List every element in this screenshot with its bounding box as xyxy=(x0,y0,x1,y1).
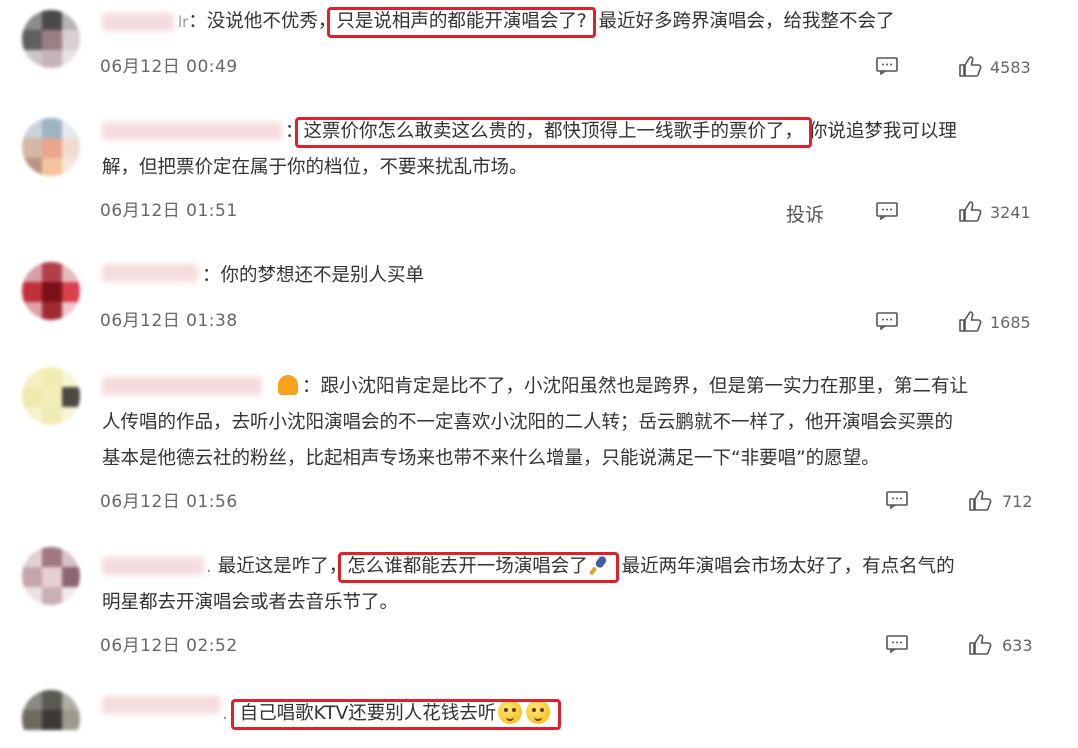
comment-icon[interactable] xyxy=(886,491,908,509)
comment-text-line: 明星都去开演唱会或者去音乐节了。 xyxy=(102,592,399,613)
comment-date: 06月12日 01:38 xyxy=(100,311,238,331)
comment-item: ：跟小沈阳肯定是比不了，小沈阳虽然也是跨界，但是第一实力在那里，第二有让 人传唱… xyxy=(0,355,1078,535)
like-count: 3241 xyxy=(990,203,1031,222)
microphone-emoji-icon xyxy=(588,556,606,576)
highlight-box: 只是说相声的都能开演唱会了? xyxy=(336,11,587,32)
avatar[interactable] xyxy=(22,10,80,68)
avatar[interactable] xyxy=(22,118,80,176)
thumbs-up-icon[interactable] xyxy=(968,489,992,511)
comment-icon[interactable] xyxy=(876,57,898,75)
comment-date: 06月12日 02:52 xyxy=(100,636,238,656)
comment-text-line: 人传唱的作品，去听小沈阳演唱会的不一定喜欢小沈阳的二人转；岳云鹏就不一样了，他开… xyxy=(102,412,954,433)
like-count: 4583 xyxy=(990,58,1031,77)
comment-text: . 最近这是咋了，怎么谁都能去开一场演唱会了 最近两年演唱会市场太好了，有点名气… xyxy=(206,556,955,577)
like-count: 712 xyxy=(1002,492,1033,511)
comment-text: lr：没说他不优秀，只是说相声的都能开演唱会了? 最近好多跨界演唱会，给我整不会… xyxy=(178,11,895,32)
thumbs-up-icon[interactable] xyxy=(968,633,992,655)
avatar[interactable] xyxy=(22,690,80,748)
comment-text-line: 解，但把票价定在属于你的档位，不要来扰乱市场。 xyxy=(102,157,528,178)
comment-item: . 自己唱歌KTV还要别人花钱去听 xyxy=(0,680,1078,732)
avatar[interactable] xyxy=(22,547,80,605)
comment-date: 06月12日 01:51 xyxy=(100,201,238,221)
comment-item: lr：没说他不优秀，只是说相声的都能开演唱会了? 最近好多跨界演唱会，给我整不会… xyxy=(0,0,1078,100)
comment-item: ：这票价你怎么敢卖这么贵的，都快顶得上一线歌手的票价了， 你说追梦我可以理 解，… xyxy=(0,100,1078,250)
highlight-box: 这票价你怎么敢卖这么贵的，都快顶得上一线歌手的票价了， xyxy=(303,121,804,142)
thumbs-up-icon[interactable] xyxy=(958,310,982,332)
comment-text: . 自己唱歌KTV还要别人花钱去听 xyxy=(102,696,551,732)
comment-item: . 最近这是咋了，怎么谁都能去开一场演唱会了 最近两年演唱会市场太好了，有点名气… xyxy=(0,535,1078,680)
comment-item: ：你的梦想还不是别人买单 06月12日 01:38 1685 xyxy=(0,250,1078,355)
highlight-box: 自己唱歌KTV还要别人花钱去听 xyxy=(240,700,553,724)
crown-badge-icon xyxy=(278,375,298,395)
comment-icon[interactable] xyxy=(876,312,898,330)
comment-text-line: 基本是他德云社的粉丝，比起相声专场来也带不来什么增量，只能说满足一下“非要唱”的… xyxy=(102,448,880,469)
comment-text: ：跟小沈阳肯定是比不了，小沈阳虽然也是跨界，但是第一实力在那里，第二有让 xyxy=(102,369,968,405)
report-button[interactable]: 投诉 xyxy=(786,200,824,227)
shushing-face-emoji-icon xyxy=(526,700,551,724)
like-count: 1685 xyxy=(990,313,1031,332)
thumbs-up-icon[interactable] xyxy=(958,55,982,77)
avatar[interactable] xyxy=(22,367,80,425)
shushing-face-emoji-icon xyxy=(498,700,523,724)
comment-date: 06月12日 00:49 xyxy=(100,57,238,77)
comment-text: ：你的梦想还不是别人买单 xyxy=(202,265,425,286)
thumbs-up-icon[interactable] xyxy=(958,200,982,222)
comment-text: ：这票价你怎么敢卖这么贵的，都快顶得上一线歌手的票价了， 你说追梦我可以理 xyxy=(285,121,957,142)
avatar[interactable] xyxy=(22,262,80,320)
comment-date: 06月12日 01:56 xyxy=(100,492,238,512)
comment-icon[interactable] xyxy=(876,202,898,220)
comment-icon[interactable] xyxy=(886,635,908,653)
highlight-box: 怎么谁都能去开一场演唱会了 xyxy=(347,556,610,577)
like-count: 633 xyxy=(1002,636,1033,655)
